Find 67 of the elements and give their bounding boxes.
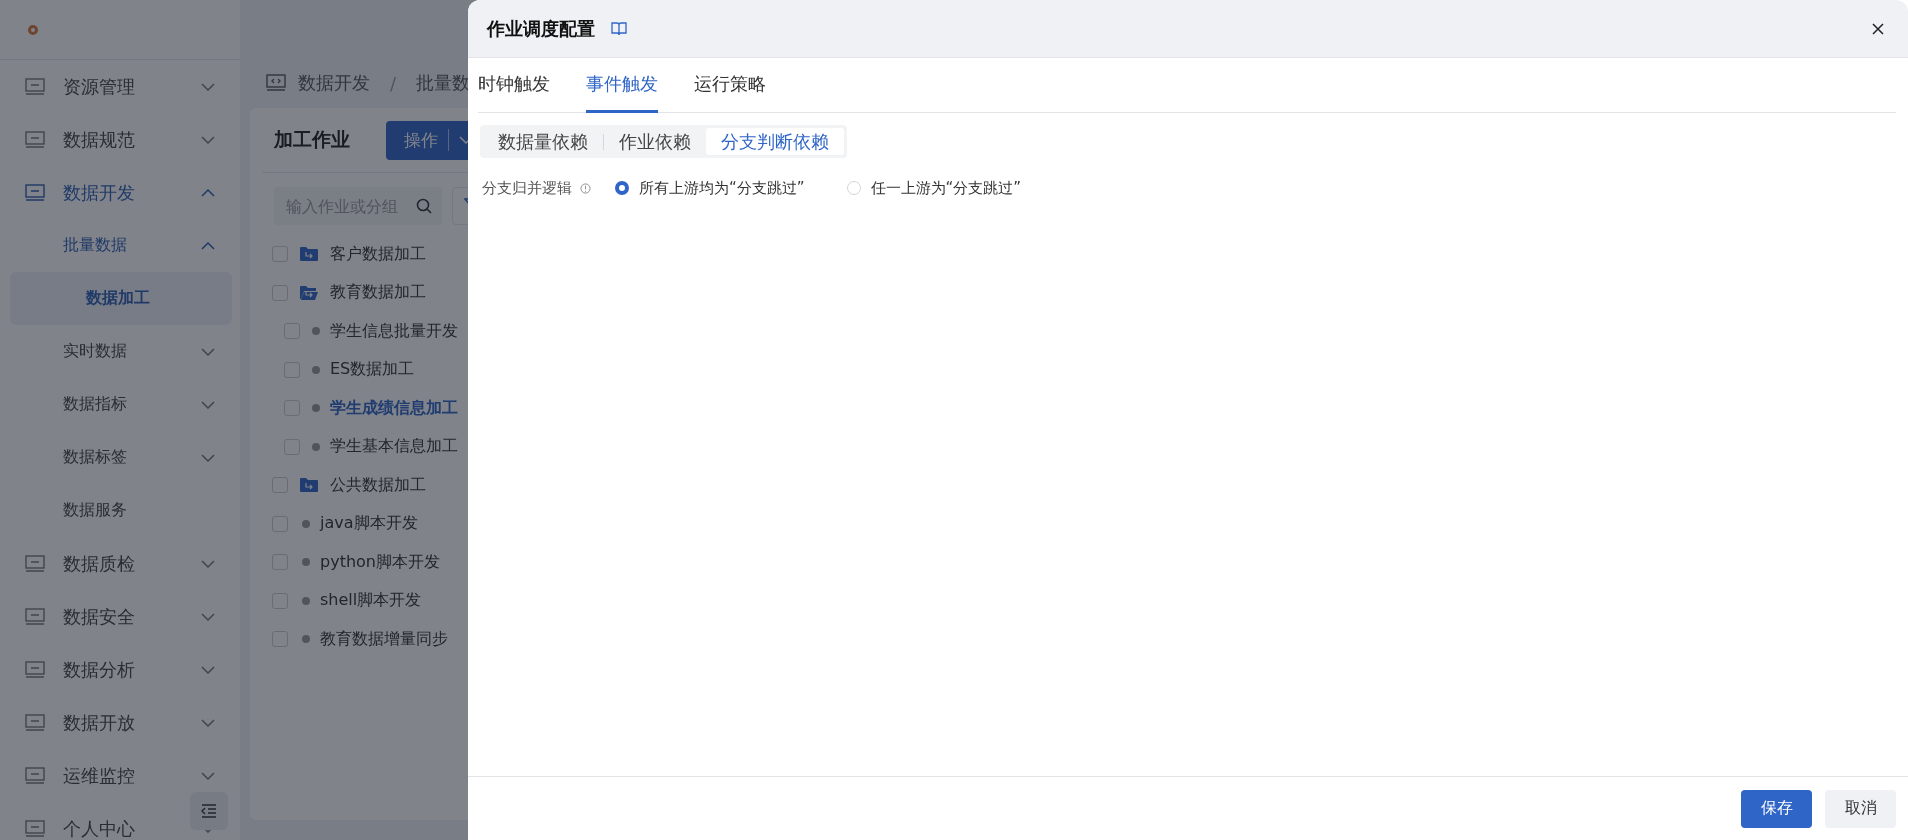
sidebar-item[interactable]: 数据开放 — [0, 696, 240, 749]
sidebar-item[interactable]: 数据标签 — [0, 431, 240, 484]
drawer-title: 作业调度配置 — [487, 16, 595, 41]
close-icon[interactable] — [1872, 22, 1884, 35]
radio-option[interactable]: 任一上游为“分支跳过” — [846, 178, 1022, 198]
monitor-icon — [25, 766, 45, 785]
monitor-icon — [25, 607, 45, 626]
radio-option[interactable]: 所有上游均为“分支跳过” — [615, 178, 805, 198]
save-button[interactable]: 保存 — [1741, 789, 1812, 828]
segment-tab[interactable]: 分支判断依赖 — [706, 128, 844, 155]
info-icon — [580, 182, 591, 194]
status-dot — [302, 635, 310, 644]
monitor-icon — [25, 554, 45, 573]
monitor-icon — [25, 660, 45, 679]
sidebar-item[interactable]: 批量数据 — [0, 219, 240, 272]
monitor-icon — [25, 130, 45, 149]
code-monitor-icon — [266, 74, 286, 92]
breadcrumb-item: / — [390, 72, 397, 94]
collapse-button[interactable] — [190, 792, 228, 830]
tree-item[interactable]: 公共数据加工 — [330, 474, 426, 496]
sidebar-item[interactable]: 实时数据 — [0, 325, 240, 378]
sidebar-item[interactable]: 数据服务 — [0, 484, 240, 537]
monitor-icon — [25, 77, 45, 96]
collapse-icon — [201, 804, 217, 818]
sidebar-item[interactable]: 数据指标 — [0, 378, 240, 431]
status-dot — [312, 327, 320, 336]
tab[interactable]: 时钟触发 — [478, 58, 550, 113]
field-label: 分支归并逻辑 — [482, 178, 572, 198]
sidebar-item[interactable]: 数据分析 — [0, 643, 240, 696]
tree-item[interactable]: 学生信息批量开发 — [330, 320, 458, 342]
monitor-icon — [25, 819, 45, 838]
status-dot — [302, 596, 310, 605]
status-dot — [312, 442, 320, 451]
sidebar-item[interactable]: 数据开发 — [0, 166, 240, 219]
sidebar-item[interactable]: 数据质检 — [0, 537, 240, 590]
tab[interactable]: 事件触发 — [586, 58, 658, 113]
breadcrumb-item: 数据开发 — [298, 71, 370, 95]
status-dot — [312, 365, 320, 374]
segment-tab[interactable]: 作业依赖 — [604, 128, 706, 155]
tree-item[interactable]: 客户数据加工 — [330, 243, 426, 265]
book-icon[interactable] — [611, 21, 627, 36]
sidebar-item[interactable]: 数据加工 — [10, 272, 232, 325]
tree-item[interactable]: 教育数据增量同步 — [320, 628, 448, 650]
panel-title: 加工作业 — [274, 127, 350, 152]
status-dot — [302, 519, 310, 528]
breadcrumb-item: 批量数 — [416, 71, 471, 95]
sidebar-item[interactable]: 数据规范 — [0, 113, 240, 166]
status-dot — [302, 558, 310, 567]
sidebar-item[interactable]: 数据安全 — [0, 590, 240, 643]
tree-item[interactable]: shell脚本开发 — [320, 590, 422, 612]
search-icon — [416, 198, 432, 214]
cancel-button[interactable]: 取消 — [1825, 789, 1896, 828]
tab[interactable]: 运行策略 — [694, 58, 766, 113]
sidebar-item[interactable]: 个人中心 — [0, 802, 240, 840]
segment-tab[interactable]: 数据量依赖 — [483, 128, 603, 155]
monitor-icon — [25, 183, 45, 202]
tree-item[interactable]: 学生成绩信息加工 — [330, 397, 458, 419]
sidebar-item[interactable]: 运维监控 — [0, 749, 240, 802]
tree-item[interactable]: 教育数据加工 — [330, 282, 426, 304]
tree-item[interactable]: python脚本开发 — [320, 551, 440, 573]
tree-item[interactable]: 学生基本信息加工 — [330, 436, 458, 458]
tree-item[interactable]: java脚本开发 — [320, 513, 418, 535]
monitor-icon — [25, 713, 45, 732]
status-dot — [312, 404, 320, 413]
sidebar-item[interactable]: 资源管理 — [0, 60, 240, 113]
logo-icon — [28, 24, 38, 35]
tree-item[interactable]: ES数据加工 — [330, 359, 415, 381]
